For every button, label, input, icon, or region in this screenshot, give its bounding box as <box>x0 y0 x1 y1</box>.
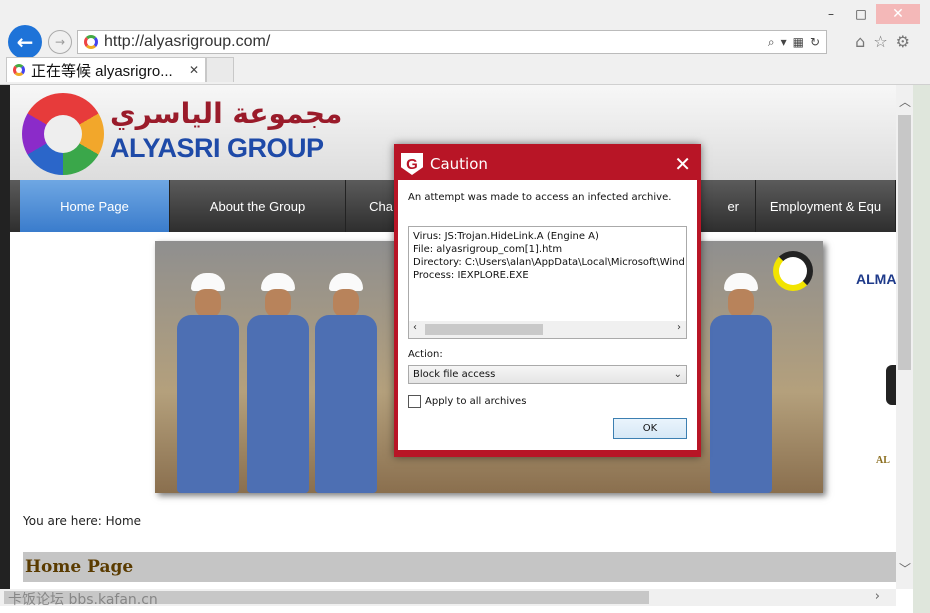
action-label: Action: <box>408 349 443 360</box>
site-favicon-icon <box>84 35 98 49</box>
dialog-titlebar: G Caution ✕ <box>398 148 697 180</box>
search-icon[interactable]: ⌕ <box>768 35 775 50</box>
close-icon[interactable]: ✕ <box>674 152 691 176</box>
scroll-left-icon[interactable]: ‹ <box>413 322 417 333</box>
breadcrumb: You are here: Home <box>23 514 142 528</box>
threat-details: Virus: JS:Trojan.HideLink.A (Engine A) F… <box>413 230 685 282</box>
gdata-shield-icon: G <box>401 153 423 175</box>
caution-dialog: G Caution ✕ An attempt was made to acces… <box>394 144 701 457</box>
nav-home[interactable]: Home Page <box>20 180 170 232</box>
nav-about[interactable]: About the Group <box>170 180 346 232</box>
address-bar[interactable]: http://alyasrigroup.com/ ⌕ ▾ ▦ ↻ <box>77 30 827 54</box>
url-text[interactable]: http://alyasrigroup.com/ <box>104 33 768 51</box>
page-left-border <box>0 85 10 589</box>
scroll-down-icon[interactable]: ﹀ <box>899 560 911 577</box>
logo-center <box>44 115 82 153</box>
threat-process: Process: IEXPLORE.EXE <box>413 270 529 281</box>
vertical-scroll-thumb[interactable] <box>898 115 911 370</box>
window-right-edge <box>913 85 930 613</box>
close-window-button[interactable]: ✕ <box>876 4 920 24</box>
worker-figure <box>177 273 239 493</box>
window-controls: – □ ✕ <box>816 4 920 24</box>
home-icon[interactable]: ⌂ <box>855 32 865 51</box>
tab-close-icon[interactable]: ✕ <box>189 63 199 77</box>
forward-button[interactable]: → <box>48 30 72 54</box>
action-select-value: Block file access <box>413 369 496 380</box>
worker-figure <box>315 273 377 493</box>
browser-toolbar-icons: ⌂ ☆ ⚙ <box>855 32 910 51</box>
dropdown-icon[interactable]: ▾ <box>781 35 787 50</box>
watermark-text: 卡饭论坛 bbs.kafan.cn <box>8 592 158 608</box>
address-bar-tools: ⌕ ▾ ▦ ↻ <box>768 35 820 50</box>
vertical-scrollbar[interactable]: ︿ ﹀ <box>896 85 913 589</box>
page-heading-bar: Home Page <box>23 552 896 582</box>
gear-icon[interactable]: ⚙ <box>896 32 910 51</box>
worker-figure <box>247 273 309 493</box>
logo-arabic-text: مجموعة الياسري <box>110 97 343 130</box>
threat-directory: Directory: C:\Users\alan\AppData\Local\M… <box>413 257 685 268</box>
threat-details-box[interactable]: Virus: JS:Trojan.HideLink.A (Engine A) F… <box>408 226 687 339</box>
page-title: Home Page <box>25 557 134 577</box>
scroll-up-icon[interactable]: ︿ <box>899 93 911 110</box>
maximize-button[interactable]: □ <box>846 4 876 24</box>
dialog-body: An attempt was made to access an infecte… <box>398 180 697 450</box>
apply-all-row[interactable]: Apply to all archives <box>408 395 526 408</box>
partner-logo-text: ALMA <box>856 271 896 287</box>
chevron-down-icon[interactable]: ⌄ <box>674 369 682 380</box>
partner-logo-caption: AL <box>876 455 890 466</box>
logo-latin-text: ALYASRI GROUP <box>110 133 324 163</box>
action-select[interactable]: Block file access ⌄ <box>408 365 687 384</box>
nav-employment[interactable]: Employment & Equ <box>756 180 896 232</box>
forward-arrow-icon: → <box>54 35 66 49</box>
minimize-button[interactable]: – <box>816 4 846 24</box>
ok-button[interactable]: OK <box>613 418 687 439</box>
back-arrow-icon: ← <box>16 30 34 54</box>
worker-figure <box>710 273 772 493</box>
slideshow-timer-icon[interactable] <box>773 251 813 291</box>
browser-tab[interactable]: 正在等候 alyasrigro... ✕ <box>6 57 206 82</box>
tab-label: 正在等候 alyasrigro... <box>31 62 173 80</box>
threat-virus: Virus: JS:Trojan.HideLink.A (Engine A) <box>413 231 599 242</box>
refresh-icon[interactable]: ↻ <box>810 35 820 50</box>
partner-logo-icon <box>886 365 896 405</box>
details-horizontal-scrollbar[interactable]: ‹ › <box>409 321 686 338</box>
new-tab-button[interactable] <box>206 57 234 82</box>
threat-file: File: alyasrigroup_com[1].htm <box>413 244 563 255</box>
scroll-right-icon[interactable]: › <box>677 322 681 333</box>
details-scroll-thumb[interactable] <box>425 324 543 335</box>
dialog-title: Caution <box>430 155 488 173</box>
apply-all-checkbox[interactable] <box>408 395 421 408</box>
star-icon[interactable]: ☆ <box>873 32 887 51</box>
scroll-right-icon[interactable]: › <box>875 589 880 604</box>
back-button[interactable]: ← <box>8 25 42 59</box>
dialog-message: An attempt was made to access an infecte… <box>408 192 672 203</box>
apply-all-label: Apply to all archives <box>425 396 527 407</box>
browser-chrome: – □ ✕ ← → http://alyasrigroup.com/ ⌕ ▾ ▦… <box>0 0 930 85</box>
tab-favicon-icon <box>13 64 25 76</box>
compatibility-icon[interactable]: ▦ <box>793 35 804 50</box>
